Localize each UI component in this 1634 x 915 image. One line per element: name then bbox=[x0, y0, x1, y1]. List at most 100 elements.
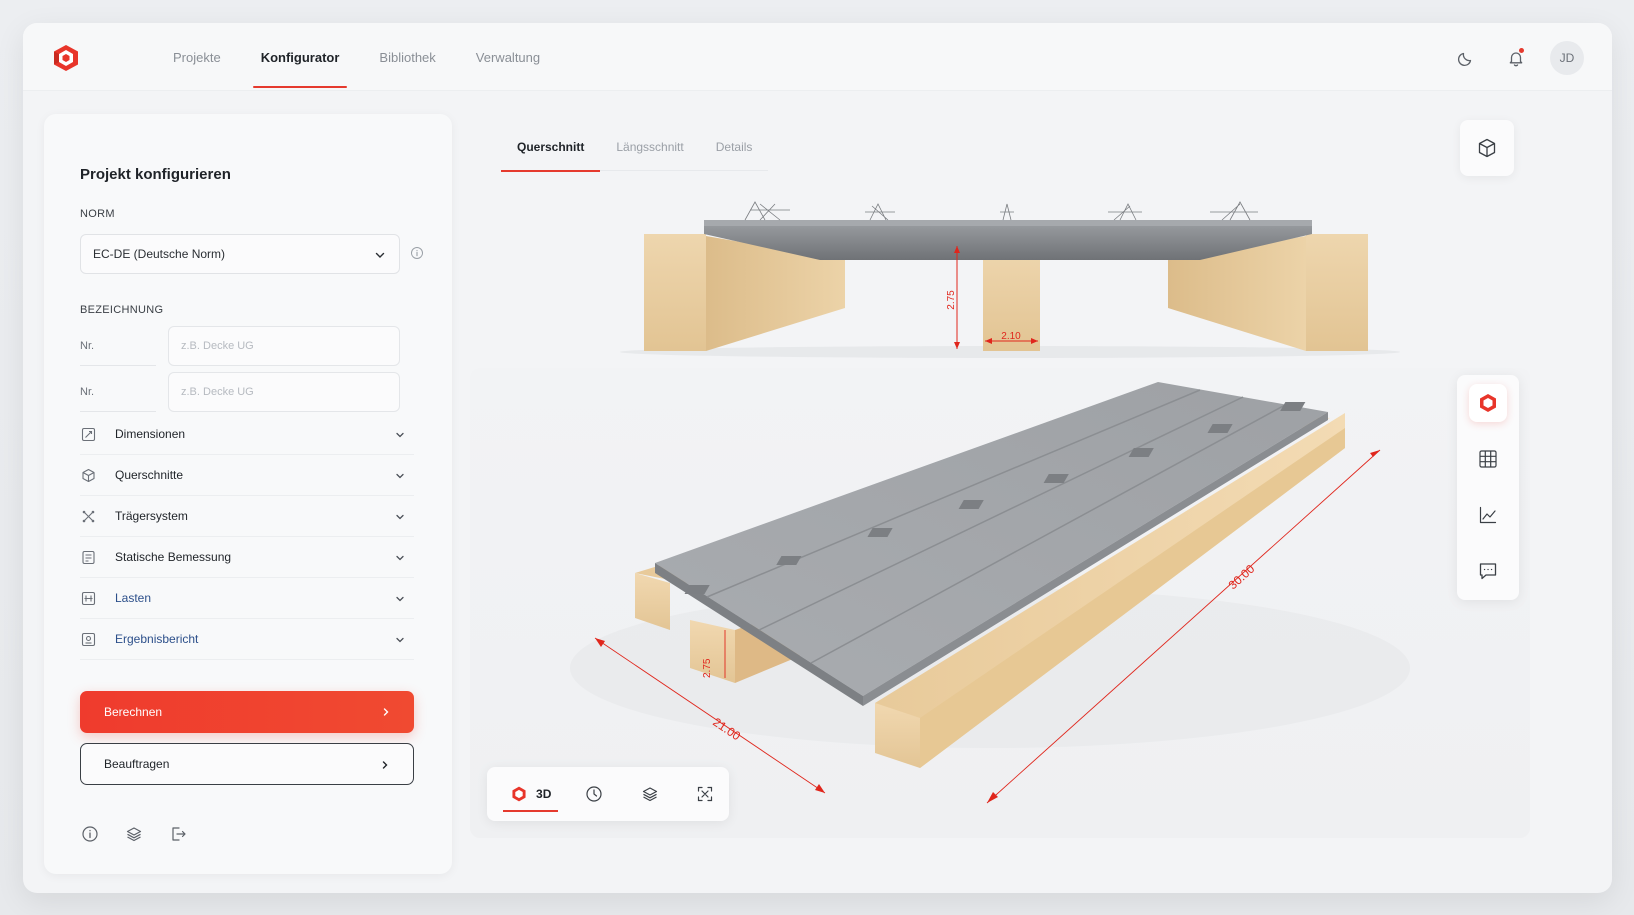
app-logo-icon[interactable] bbox=[51, 43, 81, 73]
model-height-dimension: 2.75 bbox=[702, 658, 713, 678]
top-actions: JD bbox=[1450, 41, 1584, 75]
chevron-right-icon bbox=[383, 708, 389, 716]
chevron-down-icon bbox=[396, 432, 404, 438]
model-3d-icon bbox=[1480, 394, 1496, 412]
moon-icon[interactable] bbox=[1450, 42, 1482, 74]
main-nav: Projekte Konfigurator Bibliothek Verwalt… bbox=[153, 23, 560, 91]
accordion-label: Dimensionen bbox=[115, 427, 186, 441]
accordion-statische-bemessung[interactable]: Statische Bemessung bbox=[80, 537, 414, 578]
accordion-traegersystem[interactable]: Trägersystem bbox=[80, 496, 414, 537]
nav-bibliothek[interactable]: Bibliothek bbox=[359, 23, 455, 91]
cube-icon bbox=[1478, 138, 1496, 158]
accordion-label: Querschnitte bbox=[115, 468, 184, 482]
fit-view-icon bbox=[698, 786, 713, 802]
chevron-down-icon bbox=[375, 252, 385, 258]
chevron-right-icon bbox=[382, 761, 388, 769]
norm-label: NORM bbox=[80, 208, 115, 220]
chevron-down-icon bbox=[396, 473, 404, 479]
bezeichnung-label: BEZEICHNUNG bbox=[80, 304, 164, 316]
grid-icon bbox=[1479, 450, 1497, 468]
history-button[interactable] bbox=[570, 776, 618, 812]
comment-icon bbox=[1479, 563, 1497, 580]
avatar-initials: JD bbox=[1559, 51, 1575, 65]
info-icon[interactable] bbox=[80, 824, 100, 844]
bell-icon[interactable] bbox=[1500, 42, 1532, 74]
norm-select[interactable]: EC-DE (Deutsche Norm) bbox=[80, 234, 400, 274]
field-label-nr: Nr. bbox=[80, 372, 156, 412]
grid-button[interactable] bbox=[1469, 440, 1507, 478]
layers-icon[interactable] bbox=[124, 824, 144, 844]
app-window: Projekte Konfigurator Bibliothek Verwalt… bbox=[23, 23, 1612, 893]
view-3d-label: 3D bbox=[536, 787, 552, 801]
nav-bibliothek-label: Bibliothek bbox=[379, 49, 436, 65]
accordion-lasten[interactable]: Lasten bbox=[80, 578, 414, 619]
top-navigation-bar: Projekte Konfigurator Bibliothek Verwalt… bbox=[23, 23, 1612, 91]
report-icon bbox=[80, 631, 96, 647]
layers-icon bbox=[642, 787, 657, 802]
view-3d-button[interactable]: 3D bbox=[499, 776, 562, 812]
comment-button[interactable] bbox=[1469, 552, 1507, 590]
accordion-dimensionen[interactable]: Dimensionen bbox=[80, 414, 414, 455]
tab-label: Längsschnitt bbox=[616, 140, 684, 154]
nav-verwaltung-label: Verwaltung bbox=[475, 49, 541, 65]
chevron-down-icon bbox=[396, 596, 404, 602]
cross-section-drawing: 2.75 2.10 bbox=[620, 201, 1400, 358]
bezeichnung-row-1: Nr. bbox=[80, 326, 400, 366]
support-system-icon bbox=[80, 508, 96, 524]
berechnen-button[interactable]: Berechnen bbox=[80, 691, 414, 733]
nav-konfigurator-label: Konfigurator bbox=[260, 49, 340, 65]
beauftragen-button[interactable]: Beauftragen bbox=[80, 743, 414, 785]
section-height-dimension: 2.75 bbox=[946, 290, 957, 310]
cube-view-button[interactable] bbox=[1460, 120, 1514, 176]
concrete-slab bbox=[704, 222, 1312, 260]
load-icon bbox=[80, 590, 96, 606]
viewport-toolbar: 3D bbox=[487, 767, 729, 821]
dimension-icon bbox=[80, 426, 96, 442]
nav-konfigurator[interactable]: Konfigurator bbox=[241, 23, 360, 91]
model-3d-button[interactable] bbox=[1469, 384, 1507, 422]
panel-footer bbox=[80, 824, 188, 844]
bezeichnung-row-2: Nr. bbox=[80, 372, 400, 412]
tab-label: Querschnitt bbox=[517, 140, 585, 154]
chart-button[interactable] bbox=[1469, 496, 1507, 534]
section-accordion: Dimensionen Querschnitte Trägersystem St… bbox=[80, 414, 414, 660]
accordion-ergebnisbericht[interactable]: Ergebnisbericht bbox=[80, 619, 414, 660]
rebar-fixtures bbox=[744, 201, 1258, 221]
tab-querschnitt[interactable]: Querschnitt bbox=[501, 123, 601, 172]
avatar[interactable]: JD bbox=[1550, 41, 1584, 75]
info-icon[interactable] bbox=[410, 246, 424, 260]
config-panel: Projekt konfigurieren NORM EC-DE (Deutsc… bbox=[44, 114, 452, 874]
nav-projekte[interactable]: Projekte bbox=[153, 23, 241, 91]
field-label-nr: Nr. bbox=[80, 326, 156, 366]
side-toolbar bbox=[1457, 375, 1519, 600]
chevron-down-icon bbox=[396, 555, 404, 561]
clock-icon bbox=[586, 786, 602, 802]
accordion-querschnitte[interactable]: Querschnitte bbox=[80, 455, 414, 496]
section-width-dimension: 2.10 bbox=[1001, 331, 1021, 342]
chevron-down-icon bbox=[396, 514, 404, 520]
chevron-down-icon bbox=[396, 637, 404, 643]
cube-icon bbox=[80, 467, 96, 483]
model-3d-icon bbox=[512, 786, 526, 802]
berechnen-label: Berechnen bbox=[104, 705, 163, 719]
calculation-icon bbox=[80, 549, 96, 565]
right-abutment bbox=[1306, 234, 1368, 351]
bezeichnung-input-1[interactable] bbox=[168, 326, 400, 366]
layers-button[interactable] bbox=[626, 776, 674, 812]
tab-label: Details bbox=[715, 140, 753, 154]
bezeichnung-input-2[interactable] bbox=[168, 372, 400, 412]
logout-icon[interactable] bbox=[168, 824, 188, 844]
norm-select-value: EC-DE (Deutsche Norm) bbox=[93, 247, 226, 261]
accordion-label: Lasten bbox=[115, 591, 152, 605]
left-abutment bbox=[644, 234, 706, 351]
nav-projekte-label: Projekte bbox=[173, 49, 221, 65]
fit-view-button[interactable] bbox=[681, 776, 729, 812]
accordion-label: Ergebnisbericht bbox=[115, 632, 199, 646]
accordion-label: Statische Bemessung bbox=[115, 550, 232, 564]
nav-verwaltung[interactable]: Verwaltung bbox=[456, 23, 560, 91]
chart-icon bbox=[1479, 506, 1497, 524]
model-length-dimension: 30.00 bbox=[1226, 562, 1258, 593]
beauftragen-label: Beauftragen bbox=[104, 757, 170, 771]
panel-title: Projekt konfigurieren bbox=[80, 166, 231, 183]
accordion-label: Trägersystem bbox=[115, 509, 188, 523]
